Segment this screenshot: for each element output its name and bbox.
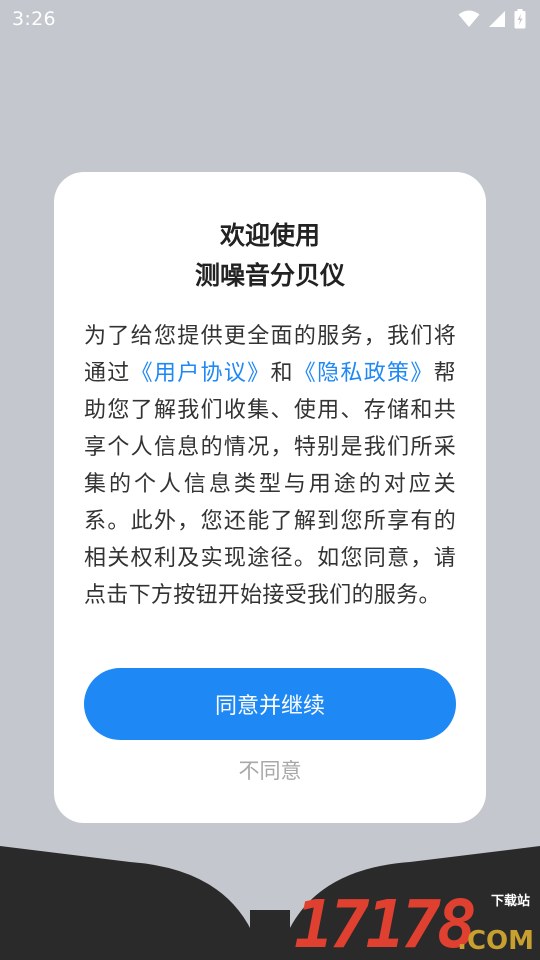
disagree-button[interactable]: 不同意 xyxy=(84,750,456,790)
agree-continue-button[interactable]: 同意并继续 xyxy=(84,668,456,740)
screen: 3:26 欢迎使用 测噪音分贝仪 为了给您提供更全面的服务，我们将通过《用户协议… xyxy=(0,0,540,960)
dialog-body: 为了给您提供更全面的服务，我们将通过《用户协议》和《隐私政策》帮助您了解我们收集… xyxy=(84,318,456,614)
wifi-icon xyxy=(458,10,480,28)
status-icons xyxy=(458,9,526,29)
status-time: 3:26 xyxy=(12,8,56,30)
status-bar: 3:26 xyxy=(0,0,540,38)
signal-icon xyxy=(488,10,506,28)
privacy-dialog: 欢迎使用 测噪音分贝仪 为了给您提供更全面的服务，我们将通过《用户协议》和《隐私… xyxy=(54,172,486,823)
bottom-band: 下载站 17178 .COM xyxy=(0,840,540,960)
battery-icon xyxy=(514,9,526,29)
site-watermark: 下载站 17178 .COM xyxy=(294,888,534,958)
body-text-part2: 和 xyxy=(270,361,294,386)
watermark-suffix: .COM xyxy=(457,926,534,956)
dialog-title-line1: 欢迎使用 xyxy=(219,221,320,250)
body-text-part3: 帮助您了解我们收集、使用、存储和共享个人信息的情况，特别是我们所采集的个人信息类… xyxy=(84,361,456,608)
user-agreement-link[interactable]: 《用户协议》 xyxy=(131,361,271,386)
watermark-digits: 17178 xyxy=(294,886,477,960)
dialog-title: 欢迎使用 测噪音分贝仪 xyxy=(84,216,456,296)
privacy-policy-link[interactable]: 《隐私政策》 xyxy=(294,361,434,386)
dialog-title-line2: 测噪音分贝仪 xyxy=(194,261,345,290)
watermark-tag: 下载站 xyxy=(490,894,530,909)
